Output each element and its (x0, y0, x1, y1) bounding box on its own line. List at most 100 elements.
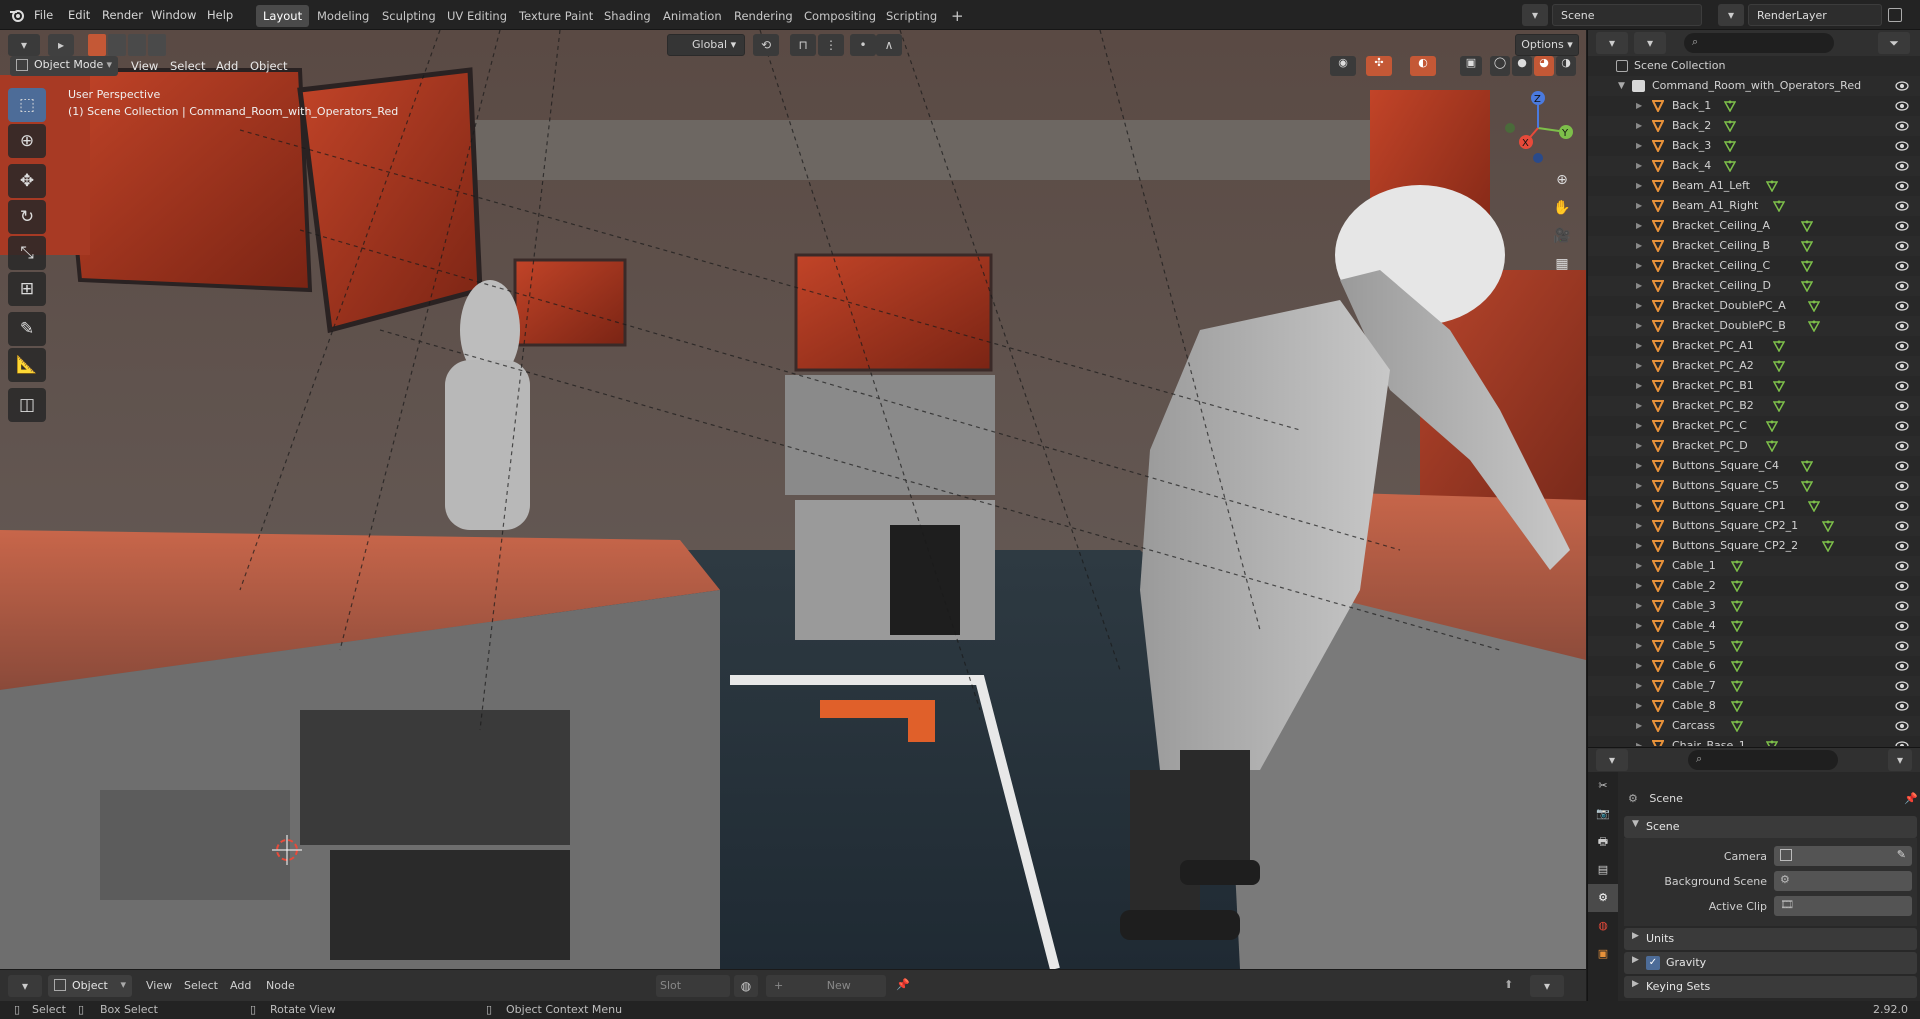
outliner-item[interactable]: ▶ Chair_Base_1 (1588, 736, 1920, 746)
mesh-data-icon[interactable] (1731, 620, 1743, 632)
tab-animation[interactable]: Animation (656, 5, 729, 27)
properties-search-input[interactable]: ⌕ (1688, 750, 1838, 770)
outliner-item[interactable]: ▶ Bracket_Ceiling_C (1588, 256, 1920, 276)
eye-icon[interactable] (1895, 699, 1909, 713)
outliner-item[interactable]: ▶ Cable_3 (1588, 596, 1920, 616)
outliner-item[interactable]: ▶ Bracket_Ceiling_D (1588, 276, 1920, 296)
tab-layout[interactable]: Layout (256, 5, 310, 27)
tab-modeling[interactable]: Modeling (310, 5, 376, 27)
eye-icon[interactable] (1895, 339, 1909, 353)
zoom-icon[interactable]: ⊕ (1550, 172, 1574, 200)
mode-extend-icon[interactable] (108, 34, 126, 56)
shader-menu-add[interactable]: Add (230, 979, 251, 992)
mesh-data-icon[interactable] (1766, 740, 1778, 746)
active-clip-field[interactable]: 🎞 (1774, 896, 1912, 916)
tab-rendering[interactable]: Rendering (727, 5, 800, 27)
outliner-item[interactable]: ▶ Bracket_PC_A2 (1588, 356, 1920, 376)
scene-panel-header[interactable]: ▼ Scene (1624, 816, 1917, 838)
expand-arrow-icon[interactable]: ▶ (1636, 256, 1642, 276)
expand-arrow-icon[interactable]: ▶ (1636, 736, 1642, 746)
expand-arrow-icon[interactable]: ▶ (1636, 236, 1642, 256)
pan-hand-icon[interactable]: ✋ (1550, 200, 1574, 228)
snap-target-icon[interactable]: ⋮ (818, 34, 844, 56)
slot-dropdown[interactable]: Slot (656, 975, 730, 997)
outliner-item[interactable]: ▶ Buttons_Square_CP2_2 (1588, 536, 1920, 556)
snap-node-icon[interactable]: ▾ (1530, 975, 1564, 997)
mesh-data-icon[interactable] (1801, 220, 1813, 232)
eye-icon[interactable] (1895, 379, 1909, 393)
outliner-item[interactable]: ▶ Back_2 (1588, 116, 1920, 136)
expand-arrow-icon[interactable]: ▶ (1636, 536, 1642, 556)
expand-arrow-icon[interactable]: ▶ (1636, 596, 1642, 616)
tab-uv-editing[interactable]: UV Editing (440, 5, 514, 27)
display-mode-icon[interactable]: ▾ (1634, 32, 1666, 54)
navigation-gizmo[interactable]: Y Z X (1498, 88, 1578, 168)
outliner-item[interactable]: ▶ Bracket_Ceiling_B (1588, 236, 1920, 256)
eye-icon[interactable] (1895, 159, 1909, 173)
viewport-menu-object[interactable]: Object (250, 56, 287, 76)
collection-expand-icon[interactable]: ▼ (1618, 76, 1625, 96)
mesh-data-icon[interactable] (1773, 340, 1785, 352)
mode-set-icon[interactable] (88, 34, 106, 56)
outliner-item[interactable]: ▶ Bracket_PC_D (1588, 436, 1920, 456)
view-layer-browse-icon[interactable]: ▾ (1718, 4, 1744, 26)
gravity-checkbox[interactable]: ✓ (1646, 956, 1660, 970)
expand-arrow-icon[interactable]: ▶ (1636, 336, 1642, 356)
material-browse-icon[interactable]: ◍ (734, 975, 758, 997)
collection-row[interactable]: ▼ Command_Room_with_Operators_Red (1588, 76, 1920, 96)
filter-icon[interactable]: ⏷ (1878, 32, 1910, 54)
expand-arrow-icon[interactable]: ▶ (1636, 576, 1642, 596)
outliner-item[interactable]: ▶ Bracket_Ceiling_A (1588, 216, 1920, 236)
eye-icon[interactable] (1895, 239, 1909, 253)
outliner-root-row[interactable]: Scene Collection (1588, 56, 1920, 76)
eye-icon[interactable] (1895, 639, 1909, 653)
menu-window[interactable]: Window (151, 5, 196, 25)
expand-arrow-icon[interactable]: ▶ (1636, 556, 1642, 576)
move-tool-icon[interactable]: ✥ (8, 164, 46, 198)
mesh-data-icon[interactable] (1822, 540, 1834, 552)
outliner-item[interactable]: ▶ Beam_A1_Left (1588, 176, 1920, 196)
expand-arrow-icon[interactable]: ▶ (1636, 516, 1642, 536)
mesh-data-icon[interactable] (1801, 240, 1813, 252)
outliner-item[interactable]: ▶ Bracket_PC_B1 (1588, 376, 1920, 396)
proportional-edit-icon[interactable]: • (850, 34, 876, 56)
rendered-shading-icon[interactable]: ◑ (1556, 56, 1576, 76)
expand-arrow-icon[interactable]: ▶ (1636, 656, 1642, 676)
expand-arrow-icon[interactable]: ▶ (1636, 716, 1642, 736)
mesh-data-icon[interactable] (1731, 660, 1743, 672)
outliner-item[interactable]: ▶ Cable_8 (1588, 696, 1920, 716)
eye-icon[interactable] (1895, 519, 1909, 533)
pin-icon[interactable]: 📌 (1904, 792, 1918, 805)
expand-arrow-icon[interactable]: ▶ (1636, 676, 1642, 696)
outliner-item[interactable]: ▶ Back_3 (1588, 136, 1920, 156)
properties-options-icon[interactable]: ▾ (1888, 749, 1912, 771)
expand-arrow-icon[interactable]: ▶ (1636, 376, 1642, 396)
eye-icon[interactable] (1895, 179, 1909, 193)
editor-type-icon[interactable]: ▾ (8, 34, 40, 56)
expand-arrow-icon[interactable]: ▶ (1636, 276, 1642, 296)
mesh-data-icon[interactable] (1801, 480, 1813, 492)
mesh-data-icon[interactable] (1822, 520, 1834, 532)
outliner-item[interactable]: ▶ Back_4 (1588, 156, 1920, 176)
new-material-button[interactable]: + New (766, 975, 886, 997)
outliner-item[interactable]: ▶ Buttons_Square_CP2_1 (1588, 516, 1920, 536)
eye-icon[interactable] (1895, 479, 1909, 493)
parent-node-tree-icon[interactable]: ⬆ (1504, 978, 1513, 991)
measure-tool-icon[interactable]: 📐 (8, 348, 46, 382)
outliner-item[interactable]: ▶ Cable_1 (1588, 556, 1920, 576)
mesh-data-icon[interactable] (1731, 560, 1743, 572)
outliner-item[interactable]: ▶ Bracket_DoublePC_B (1588, 316, 1920, 336)
xray-icon[interactable]: ▣ (1460, 56, 1482, 76)
tab-texture-paint[interactable]: Texture Paint (512, 5, 600, 27)
expand-arrow-icon[interactable]: ▶ (1636, 136, 1642, 156)
outliner-item[interactable]: ▶ Beam_A1_Right (1588, 196, 1920, 216)
background-scene-field[interactable]: ⚙ (1774, 871, 1912, 891)
expand-arrow-icon[interactable]: ▶ (1636, 356, 1642, 376)
select-box-tool-icon[interactable]: ⬚ (8, 88, 46, 122)
mesh-data-icon[interactable] (1773, 400, 1785, 412)
expand-arrow-icon[interactable]: ▶ (1636, 456, 1642, 476)
expand-arrow-icon[interactable]: ▶ (1636, 216, 1642, 236)
mesh-data-icon[interactable] (1724, 160, 1736, 172)
shader-menu-node[interactable]: Node (266, 979, 295, 992)
mesh-data-icon[interactable] (1808, 500, 1820, 512)
